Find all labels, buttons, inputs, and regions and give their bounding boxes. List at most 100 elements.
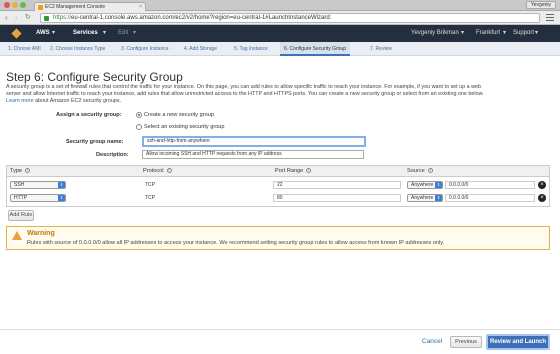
step-review[interactable]: 7. Review [370,42,392,56]
column-type-label: Type [10,168,23,174]
back-arrow-icon[interactable]: ‹ [5,14,8,22]
source-info-icon[interactable]: i [427,168,433,174]
region-menu[interactable]: Frankfurt [476,30,500,37]
column-source: Source i [407,168,433,174]
learn-more-suffix: about Amazon EC2 security groups. [33,98,122,104]
aws-top-nav: AWS ▾ Services ▾ Edit ▾ Yevgeniy Brikman… [0,25,560,42]
table-row: SSH ⇕ TCP 22 Anywhere ⇕ 0.0.0.0/0 × [7,179,549,192]
learn-more-link[interactable]: Learn more [6,98,34,104]
wizard-footer: Cancel Previous Review and Launch [0,329,560,354]
warning-title: Warning [27,230,55,237]
rule-protocol: TCP [145,195,155,201]
column-type: Type i [10,168,31,174]
select-existing-group-label[interactable]: Select an existing security group [144,124,225,130]
wizard-steps: 1. Choose AMI 2. Choose Instance Type 3.… [0,42,560,56]
url-input[interactable]: https://eu-central-1.console.aws.amazon.… [40,13,540,23]
rule-source-mode: Anywhere [411,195,434,201]
services-chevron-icon[interactable]: ▾ [103,30,106,37]
description-line-2: server and allow Internet traffic to rea… [6,91,484,97]
security-group-name-label: Security group name: [66,139,124,145]
lock-icon [44,16,49,21]
rule-type-select[interactable]: SSH ⇕ [10,181,66,189]
select-arrows-icon: ⇕ [435,182,442,188]
browser-window: EC2 Management Console × Yevgeniy ‹ › ↻ … [0,0,560,354]
column-protocol: Protocol i [143,168,172,174]
security-group-name-input[interactable]: ssh-and-http-from-anywhere [142,136,366,147]
tab-title: EC2 Management Console [45,4,106,10]
services-menu[interactable]: Services [73,30,98,37]
rule-protocol: TCP [145,182,155,188]
aws-menu-chevron-icon[interactable]: ▾ [52,30,55,37]
assign-security-group-label: Assign a security group: [56,112,122,118]
aws-menu[interactable]: AWS [36,30,50,37]
type-info-icon[interactable]: i [25,168,31,174]
browser-menu-icon[interactable] [546,14,554,22]
previous-button[interactable]: Previous [450,336,482,348]
aws-logo-icon[interactable] [11,28,22,39]
table-header: Type i Protocol i Port Range i Source i [7,166,549,177]
description-input[interactable]: Allow incoming SSH and HTTP requests fro… [142,150,364,159]
user-menu[interactable]: Yevgeniy Brikman [411,30,459,37]
warning-icon [12,231,22,240]
remove-rule-icon[interactable]: × [538,181,546,189]
user-chevron-icon[interactable]: ▾ [461,30,464,37]
add-rule-button[interactable]: Add Rule [8,210,34,221]
region-chevron-icon[interactable]: ▾ [503,30,506,37]
close-window-icon[interactable] [4,2,10,8]
table-row: HTTP ⇕ TCP 80 Anywhere ⇕ 0.0.0.0/0 × [7,192,549,205]
browser-tab[interactable]: EC2 Management Console × [34,2,146,11]
warning-text: Rules with source of 0.0.0.0/0 allow all… [27,240,445,246]
port-range-info-icon[interactable]: i [306,168,312,174]
description-line-1: A security group is a set of firewall ru… [6,84,482,90]
step-choose-instance-type[interactable]: 2. Choose Instance Type [50,42,105,56]
column-protocol-label: Protocol [143,168,164,174]
url-path: eu-central-1.console.aws.amazon.com/ec2/… [71,15,332,21]
rule-type-value: SSH [14,182,25,188]
url-scheme: https:// [53,15,72,21]
select-arrows-icon: ⇕ [58,195,65,201]
reload-icon[interactable]: ↻ [25,14,31,22]
step-configure-instance[interactable]: 3. Configure Instance [121,42,169,56]
rule-source-cidr[interactable]: 0.0.0.0/0 [445,194,535,202]
description-label: Description: [96,152,129,158]
maximize-window-icon[interactable] [20,2,26,8]
rule-type-select[interactable]: HTTP ⇕ [10,194,66,202]
rule-type-value: HTTP [14,195,28,201]
review-and-launch-button[interactable]: Review and Launch [486,334,550,350]
minimize-window-icon[interactable] [12,2,18,8]
create-new-group-label[interactable]: Create a new security group [144,112,214,118]
close-tab-icon[interactable]: × [139,3,142,11]
page-description: A security group is a set of firewall ru… [6,84,554,105]
column-port-range-label: Port Range [275,168,304,174]
rule-source-select[interactable]: Anywhere ⇕ [407,181,443,189]
rule-port-range[interactable]: 22 [273,181,401,189]
address-bar-row: ‹ › ↻ https://eu-central-1.console.aws.a… [0,11,560,25]
step-configure-security-group[interactable]: 6. Configure Security Group [280,42,350,56]
warning-box: Warning Rules with source of 0.0.0.0/0 a… [6,226,550,250]
column-source-label: Source [407,168,425,174]
support-chevron-icon[interactable]: ▾ [535,30,538,37]
rule-source-mode: Anywhere [411,182,434,188]
select-arrows-icon: ⇕ [58,182,65,188]
select-arrows-icon: ⇕ [435,195,442,201]
cancel-link[interactable]: Cancel [422,338,442,345]
edit-chevron-icon[interactable]: ▾ [133,30,136,37]
description-line-3: Learn more about Amazon EC2 security gro… [6,98,554,105]
support-menu[interactable]: Support [513,30,534,37]
forward-arrow-icon[interactable]: › [15,14,18,22]
edit-menu[interactable]: Edit [118,30,128,37]
step-tag-instance[interactable]: 5. Tag Instance [234,42,268,56]
step-choose-ami[interactable]: 1. Choose AMI [8,42,41,56]
remove-rule-icon[interactable]: × [538,194,546,202]
rule-port-range[interactable]: 80 [273,194,401,202]
rule-source-select[interactable]: Anywhere ⇕ [407,194,443,202]
step-add-storage[interactable]: 4. Add Storage [184,42,217,56]
select-existing-group-radio[interactable] [136,124,142,130]
page-title: Step 6: Configure Security Group [6,70,183,84]
profile-button[interactable]: Yevgeniy [525,1,556,9]
column-port-range: Port Range i [275,168,312,174]
create-new-group-radio[interactable] [136,112,142,118]
protocol-info-icon[interactable]: i [166,168,172,174]
rule-source-cidr[interactable]: 0.0.0.0/0 [445,181,535,189]
aws-favicon-icon [38,4,43,10]
